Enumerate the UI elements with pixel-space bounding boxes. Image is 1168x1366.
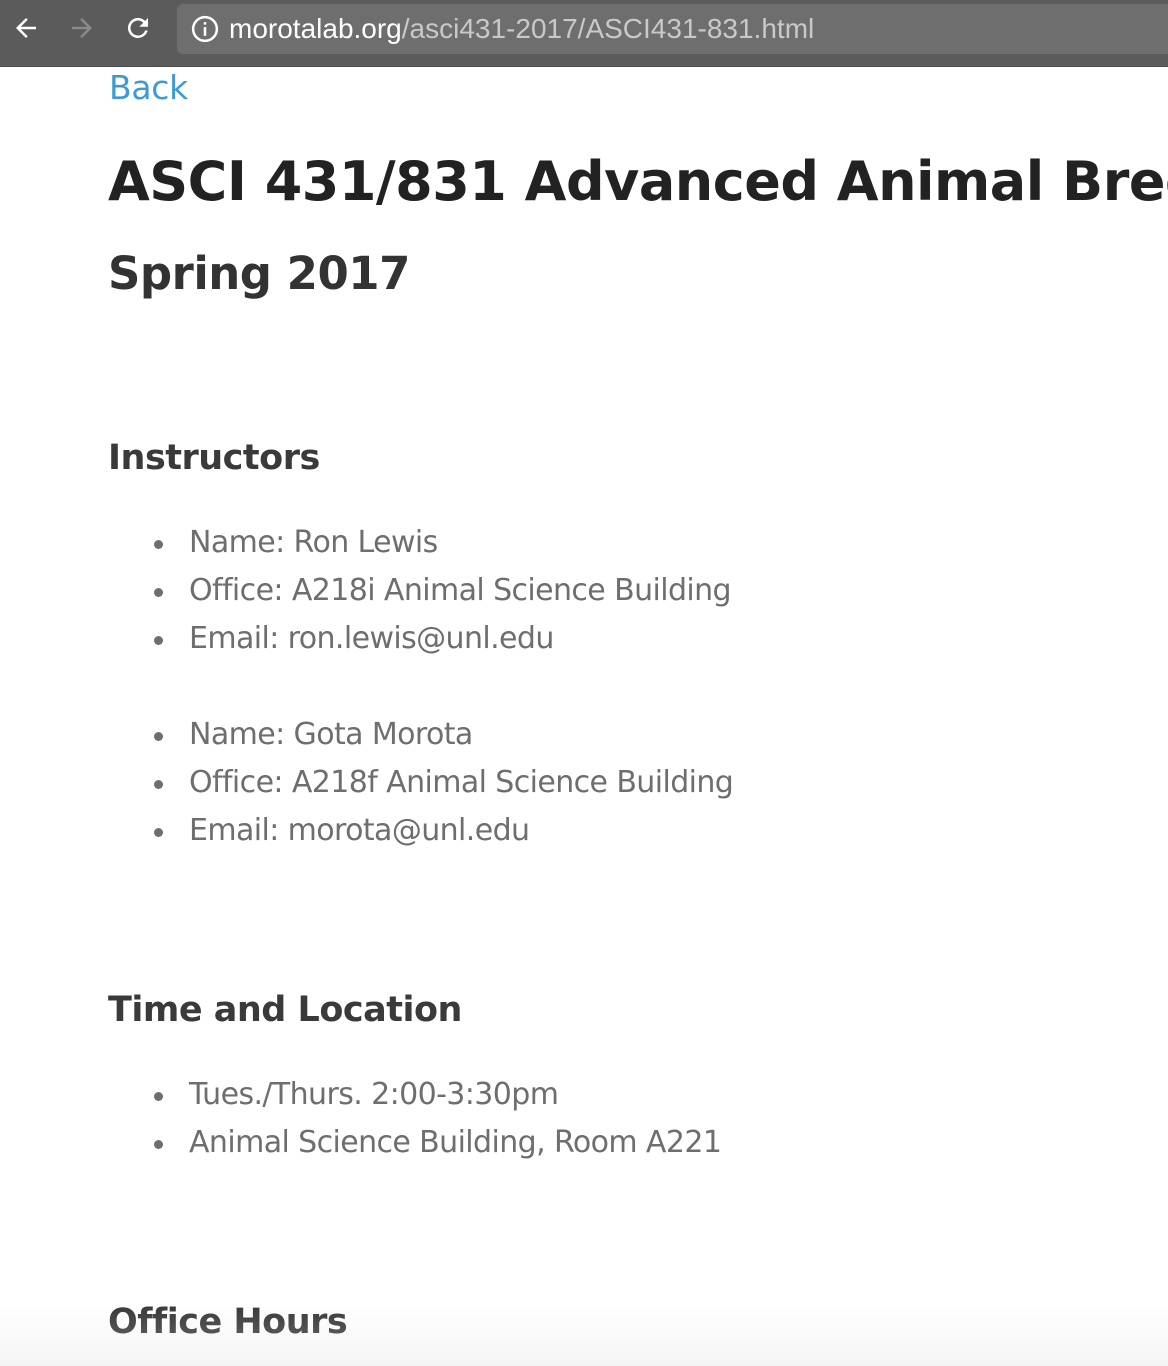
bullet	[154, 828, 163, 837]
class-location: Animal Science Building, Room A221	[189, 1125, 722, 1160]
list-item: Name: Gota Morota	[0, 711, 733, 759]
page-title: ASCI 431/831 Advanced Animal Breeding	[108, 150, 1168, 213]
browser-reload-button[interactable]	[118, 8, 158, 48]
time-location-list: Tues./Thurs. 2:00-3:30pm Animal Science …	[0, 1071, 722, 1167]
instructor-office: Office: A218f Animal Science Building	[189, 765, 734, 800]
bullet	[154, 732, 163, 741]
class-time: Tues./Thurs. 2:00-3:30pm	[189, 1077, 559, 1112]
bullet	[154, 780, 163, 789]
office-hours-heading: Office Hours	[108, 1302, 348, 1342]
instructor-email: Email: morota@unl.edu	[189, 813, 530, 848]
browser-back-button[interactable]	[6, 8, 46, 48]
list-item: Office: A218f Animal Science Building	[0, 759, 734, 807]
arrow-left-icon	[16, 18, 36, 38]
list-item: Name: Ron Lewis	[0, 519, 731, 567]
instructor-list-ron-lewis: Name: Ron Lewis Office: A218i Animal Sci…	[0, 519, 732, 663]
info-icon[interactable]	[185, 9, 225, 49]
browser-toolbar: morotalab.org/asci431-2017/ASCI431-831.h…	[0, 0, 1168, 67]
url-text[interactable]: morotalab.org/asci431-2017/ASCI431-831.h…	[229, 4, 814, 54]
reload-icon	[127, 17, 148, 38]
url-path: /asci431-2017/ASCI431-831.html	[401, 13, 815, 44]
bullet	[154, 540, 163, 549]
list-item: Animal Science Building, Room A221	[0, 1119, 722, 1167]
bullet	[154, 588, 163, 597]
instructor-email: Email: ron.lewis@unl.edu	[189, 621, 554, 656]
time-location-heading: Time and Location	[108, 990, 462, 1030]
bullet	[154, 636, 163, 645]
instructor-name: Name: Ron Lewis	[189, 525, 438, 560]
instructor-list-gota-morota: Name: Gota Morota Office: A218f Animal S…	[0, 711, 734, 855]
instructor-office: Office: A218i Animal Science Building	[189, 573, 732, 608]
address-bar[interactable]: morotalab.org/asci431-2017/ASCI431-831.h…	[177, 4, 1168, 54]
page-content: Back ASCI 431/831 Advanced Animal Breedi…	[0, 66, 1168, 1366]
bullet	[154, 1140, 163, 1149]
url-host: morotalab.org	[229, 13, 402, 44]
back-link[interactable]: Back	[109, 68, 188, 108]
page-subtitle: Spring 2017	[108, 247, 410, 300]
arrow-right-icon	[72, 18, 92, 38]
instructor-name: Name: Gota Morota	[189, 717, 473, 752]
list-item: Email: ron.lewis@unl.edu	[0, 615, 731, 663]
list-item: Email: morota@unl.edu	[0, 807, 733, 855]
list-item: Tues./Thurs. 2:00-3:30pm	[0, 1071, 721, 1119]
instructors-heading: Instructors	[108, 438, 320, 478]
bullet	[154, 1092, 163, 1101]
list-item: Office: A218i Animal Science Building	[0, 567, 732, 615]
browser-forward-button[interactable]	[62, 8, 102, 48]
